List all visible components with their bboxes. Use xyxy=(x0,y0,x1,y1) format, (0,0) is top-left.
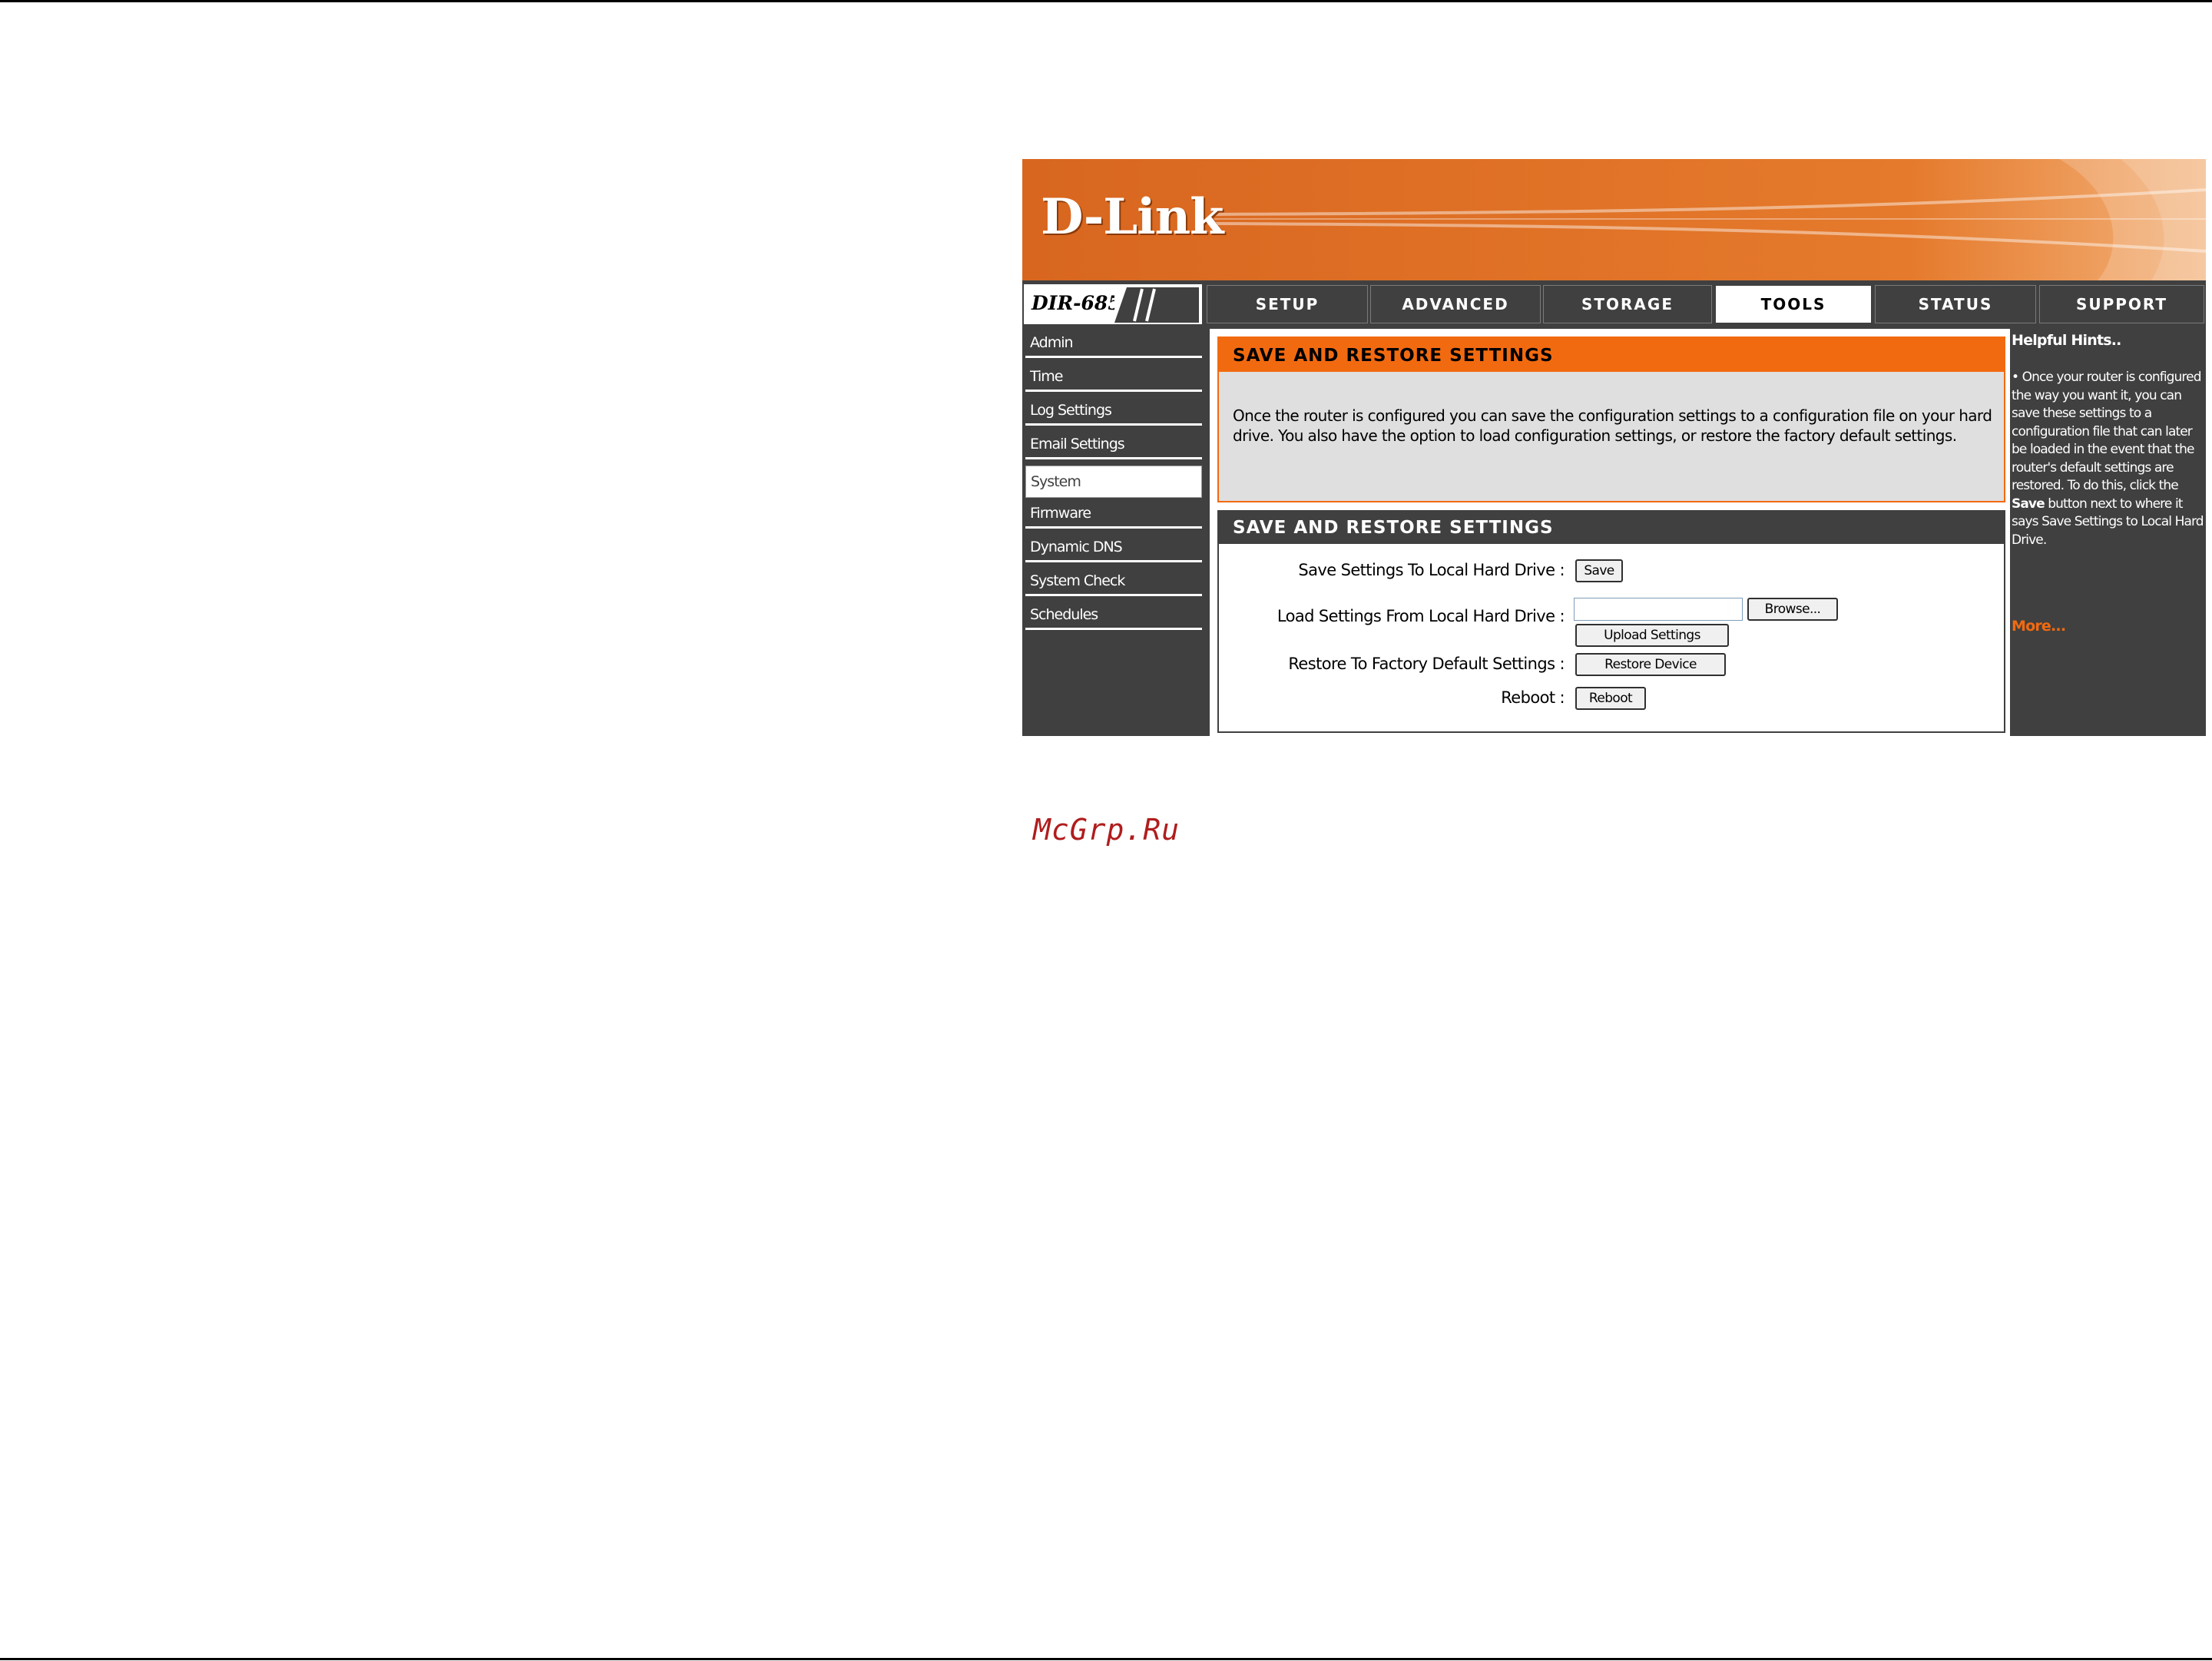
slash-decoration-icon xyxy=(1114,287,1199,323)
load-settings-label: Load Settings From Local Hard Drive : xyxy=(1277,607,1565,625)
brand-banner: D-Link xyxy=(1022,159,2206,280)
tab-support[interactable]: SUPPORT xyxy=(2039,285,2204,323)
page-top-rule xyxy=(0,0,2212,2)
upload-settings-button-label: Upload Settings xyxy=(1604,628,1700,643)
hints-text-bold: Save xyxy=(2012,496,2045,512)
hints-title: Helpful Hints.. xyxy=(2012,332,2121,349)
top-navigation: DIR-685 SETUP ADVANCED STORAGE TOOLS STA… xyxy=(1022,282,2206,327)
sidebar-item-system[interactable]: System xyxy=(1025,466,1202,498)
tab-status[interactable]: STATUS xyxy=(1875,285,2036,323)
sidebar-item-time[interactable]: Time xyxy=(1025,363,1202,392)
tab-label: STATUS xyxy=(1918,295,1993,313)
restore-device-button-label: Restore Device xyxy=(1604,657,1697,672)
sidebar-item-system-check[interactable]: System Check xyxy=(1025,567,1202,596)
reboot-button-label: Reboot xyxy=(1588,691,1633,706)
intro-description: Once the router is configured you can sa… xyxy=(1233,406,1992,445)
save-button-label: Save xyxy=(1584,563,1614,579)
upload-settings-button[interactable]: Upload Settings xyxy=(1575,624,1729,647)
tab-setup[interactable]: SETUP xyxy=(1207,285,1368,323)
hints-more-link[interactable]: More... xyxy=(2012,618,2066,635)
tab-tools[interactable]: TOOLS xyxy=(1715,285,1872,323)
tab-label: STORAGE xyxy=(1581,295,1674,313)
settings-header: SAVE AND RESTORE SETTINGS xyxy=(1219,512,2004,544)
tab-label: ADVANCED xyxy=(1402,295,1509,313)
intro-panel: SAVE AND RESTORE SETTINGS Once the route… xyxy=(1217,337,2005,502)
reboot-label: Reboot : xyxy=(1501,688,1565,707)
dlink-logo: D-Link xyxy=(1041,188,1224,246)
sidebar-menu: Admin Time Log Settings Email Settings S… xyxy=(1022,329,1205,736)
sidebar-item-log-settings[interactable]: Log Settings xyxy=(1025,396,1202,426)
restore-factory-label: Restore To Factory Default Settings : xyxy=(1288,655,1565,673)
browse-button-label: Browse... xyxy=(1764,602,1821,617)
sidebar-item-firmware[interactable]: Firmware xyxy=(1025,499,1202,529)
save-settings-label: Save Settings To Local Hard Drive : xyxy=(1298,561,1565,579)
tab-label: SUPPORT xyxy=(2075,295,2168,313)
main-content: SAVE AND RESTORE SETTINGS Once the route… xyxy=(1210,329,2021,736)
intro-header: SAVE AND RESTORE SETTINGS xyxy=(1219,338,2004,372)
intro-title: SAVE AND RESTORE SETTINGS xyxy=(1233,346,1554,366)
tab-storage[interactable]: STORAGE xyxy=(1543,285,1712,323)
sidebar-item-dynamic-dns[interactable]: Dynamic DNS xyxy=(1025,533,1202,562)
settings-panel: SAVE AND RESTORE SETTINGS Save Settings … xyxy=(1217,510,2005,733)
sidebar-item-schedules[interactable]: Schedules xyxy=(1025,601,1202,630)
save-button[interactable]: Save xyxy=(1575,559,1623,582)
router-admin-screenshot: D-Link DIR-685 SETUP ADVANCED STORAGE TO… xyxy=(1022,159,2206,736)
reboot-button[interactable]: Reboot xyxy=(1575,687,1646,710)
sidebar-item-admin[interactable]: Admin xyxy=(1025,329,1202,358)
hints-text: • Once your router is configured the way… xyxy=(2012,369,2205,549)
page-bottom-rule xyxy=(0,1658,2212,1660)
watermark: McGrp.Ru xyxy=(1033,813,1181,847)
settings-title: SAVE AND RESTORE SETTINGS xyxy=(1233,518,1554,538)
helpful-hints-panel: Helpful Hints.. • Once your router is co… xyxy=(2010,329,2206,736)
hints-text-part: • Once your router is configured the way… xyxy=(2012,370,2201,493)
restore-device-button[interactable]: Restore Device xyxy=(1575,653,1726,676)
browse-button[interactable]: Browse... xyxy=(1747,598,1838,621)
model-badge: DIR-685 xyxy=(1024,284,1202,324)
tab-label: SETUP xyxy=(1255,295,1320,313)
tab-advanced[interactable]: ADVANCED xyxy=(1370,285,1541,323)
file-path-input[interactable] xyxy=(1574,598,1743,621)
model-label: DIR-685 xyxy=(1031,292,1121,314)
sidebar-item-email-settings[interactable]: Email Settings xyxy=(1025,430,1202,459)
tab-label: TOOLS xyxy=(1760,295,1826,313)
